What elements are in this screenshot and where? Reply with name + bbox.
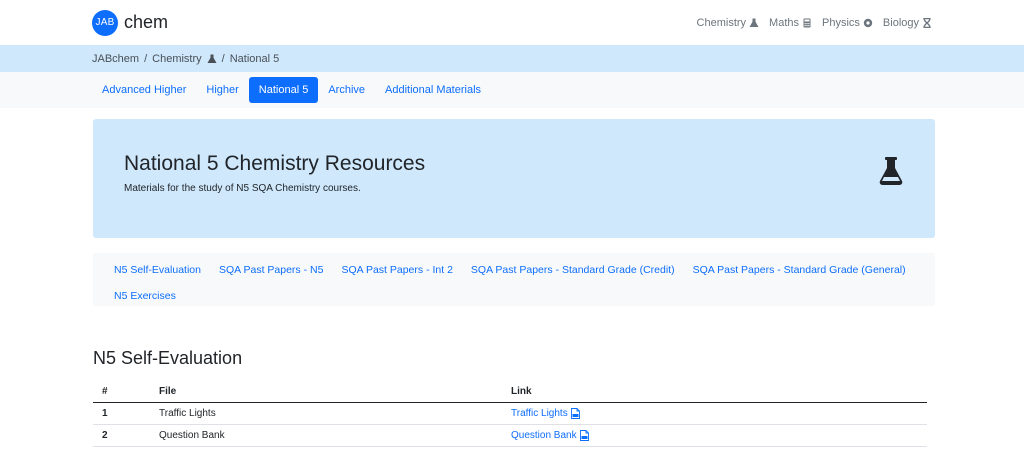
- section-link-sqa-past-papers-n5[interactable]: SQA Past Papers - N5: [210, 259, 332, 281]
- section-link-sqa-past-papers-general[interactable]: SQA Past Papers - Standard Grade (Genera…: [684, 259, 915, 281]
- nav-biology[interactable]: Biology: [883, 17, 932, 29]
- row-link-cell: Traffic Lights: [502, 402, 927, 425]
- file-link-label[interactable]: Traffic Lights: [511, 408, 568, 419]
- row-file: Traffic Lights: [150, 402, 502, 425]
- tab-higher[interactable]: Higher: [196, 77, 248, 103]
- breadcrumb-current: National 5: [229, 52, 280, 65]
- flask-icon: [879, 157, 903, 185]
- nav-maths[interactable]: Maths: [769, 17, 812, 29]
- file-link[interactable]: Traffic Lights: [511, 408, 580, 419]
- row-file: Question Bank: [150, 424, 502, 447]
- row-link-cell: Question Bank: [502, 424, 927, 447]
- table-header-row: # File Link: [93, 381, 927, 403]
- dna-icon: [923, 17, 931, 28]
- tab-additional-materials[interactable]: Additional Materials: [375, 77, 491, 103]
- tab-national-5[interactable]: National 5: [248, 77, 319, 103]
- section-link-sqa-past-papers-int2[interactable]: SQA Past Papers - Int 2: [332, 259, 461, 281]
- nav-maths-label[interactable]: Maths: [769, 17, 799, 29]
- nav-physics[interactable]: Physics: [822, 17, 873, 29]
- nav-chemistry[interactable]: Chemistry: [697, 17, 760, 29]
- table-row: 1 Traffic Lights Traffic Lights: [93, 402, 927, 425]
- breadcrumb-separator: /: [221, 52, 225, 65]
- calculator-icon: [803, 18, 811, 27]
- column-header-link: Link: [502, 381, 927, 403]
- table-row: 2 Question Bank Question Bank: [93, 424, 927, 447]
- column-header-file: File: [150, 381, 502, 403]
- section-heading: N5 Self-Evaluation: [93, 348, 243, 368]
- top-navbar: JAB chem Chemistry Maths Physics Biology: [0, 0, 1024, 45]
- file-link-label[interactable]: Question Bank: [511, 430, 577, 441]
- flask-icon: [749, 18, 759, 27]
- section-link-n5-self-evaluation[interactable]: N5 Self-Evaluation: [105, 259, 210, 281]
- nav-physics-label[interactable]: Physics: [822, 17, 860, 29]
- brand-logo[interactable]: JAB: [92, 9, 118, 36]
- row-number: 1: [93, 402, 150, 425]
- page-title: National 5 Chemistry Resources: [124, 152, 426, 175]
- pdf-file-icon: [579, 430, 589, 441]
- main-nav: Chemistry Maths Physics Biology: [697, 17, 932, 29]
- page-subtitle: Materials for the study of N5 SQA Chemis…: [124, 183, 361, 194]
- row-number: 2: [93, 424, 150, 447]
- atom-icon: [863, 18, 873, 27]
- level-tabs: Advanced Higher Higher National 5 Archiv…: [0, 72, 1024, 108]
- resource-table: # File Link 1 Traffic Lights Traffic Lig…: [93, 381, 927, 447]
- tab-advanced-higher[interactable]: Advanced Higher: [92, 77, 196, 103]
- nav-chemistry-label[interactable]: Chemistry: [697, 17, 747, 29]
- breadcrumb: JABchem / Chemistry / National 5: [0, 45, 1024, 72]
- breadcrumb-home[interactable]: JABchem: [92, 53, 139, 65]
- column-header-num: #: [93, 381, 150, 403]
- brand-name[interactable]: chem: [124, 12, 168, 33]
- section-link-sqa-past-papers-credit[interactable]: SQA Past Papers - Standard Grade (Credit…: [462, 259, 684, 281]
- section-nav: N5 Self-Evaluation SQA Past Papers - N5 …: [93, 253, 935, 306]
- breadcrumb-separator: /: [144, 52, 148, 65]
- tab-archive[interactable]: Archive: [318, 77, 375, 103]
- flask-icon: [207, 54, 217, 63]
- section-link-n5-exercises[interactable]: N5 Exercises: [105, 285, 185, 307]
- hero-banner: National 5 Chemistry Resources Materials…: [93, 119, 935, 238]
- pdf-file-icon: [570, 408, 580, 419]
- nav-biology-label[interactable]: Biology: [883, 17, 919, 29]
- brand[interactable]: JAB chem: [92, 9, 168, 36]
- breadcrumb-chemistry[interactable]: Chemistry: [152, 53, 202, 65]
- file-link[interactable]: Question Bank: [511, 430, 589, 441]
